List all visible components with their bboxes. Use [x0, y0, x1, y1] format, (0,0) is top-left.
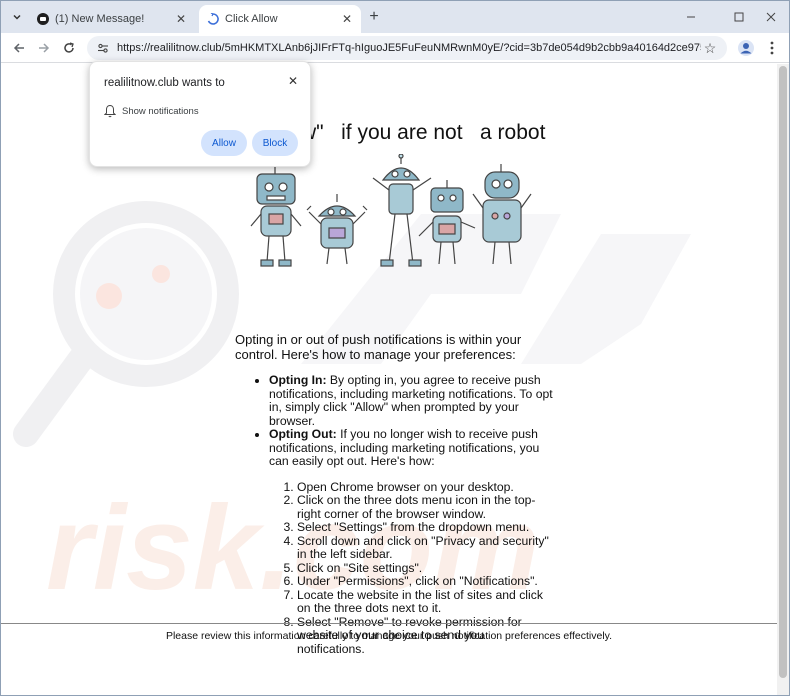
chevron-down-icon: [13, 14, 21, 20]
instructions: Opting in or out of push notifications i…: [235, 332, 555, 656]
reload-icon: [64, 42, 74, 53]
forward-button[interactable]: [34, 38, 54, 58]
page-scrollbar[interactable]: [777, 64, 789, 695]
list-item: Click on "Site settings".: [297, 561, 555, 576]
arrow-left-icon: [13, 43, 24, 53]
close-icon[interactable]: ✕: [339, 11, 355, 27]
footer-text: Please review this information carefully…: [165, 630, 613, 642]
list-item: Under "Permissions", click on "Notificat…: [297, 574, 555, 589]
bell-icon: [104, 104, 116, 118]
new-tab-button[interactable]: +: [365, 8, 383, 26]
permission-label: Show notifications: [122, 106, 199, 117]
loading-icon: [207, 13, 219, 25]
close-icon[interactable]: ✕: [173, 11, 189, 27]
maximize-button[interactable]: [727, 7, 751, 27]
address-bar[interactable]: https://realilitnow.club/5mHKMTXLAnb6jJI…: [87, 36, 727, 60]
reload-button[interactable]: [59, 38, 79, 58]
list-item: Open Chrome browser on your desktop.: [297, 480, 555, 495]
opt-in-item: Opting In: By opting in, you agree to re…: [269, 373, 555, 428]
back-button[interactable]: [9, 38, 29, 58]
intro-text: Opting in or out of push notifications i…: [235, 332, 522, 362]
profile-avatar-icon[interactable]: [737, 39, 755, 57]
browser-window: (1) New Message! ✕ Click Allow ✕ + https…: [0, 0, 790, 696]
three-dots-icon: [770, 41, 774, 55]
tab-click-allow[interactable]: Click Allow ✕: [199, 5, 361, 33]
minimize-button[interactable]: [679, 7, 703, 27]
tab-title: (1) New Message!: [55, 13, 145, 25]
allow-button[interactable]: Allow: [201, 130, 247, 156]
list-item: Click on the three dots menu icon in the…: [297, 493, 555, 521]
robots-illustration: [250, 154, 532, 267]
notification-permission-popup: realilitnow.club wants to ✕ Show notific…: [89, 61, 311, 167]
list-item: Scroll down and click on "Privacy and se…: [297, 534, 555, 562]
browser-menu-button[interactable]: [765, 39, 779, 57]
opt-list: Opting In: By opting in, you agree to re…: [235, 373, 555, 469]
list-item: Locate the website in the list of sites …: [297, 588, 555, 616]
page-headline: w" if you are not a robot: [301, 121, 546, 144]
tab-title: Click Allow: [225, 13, 278, 25]
opt-out-label: Opting Out:: [269, 427, 337, 441]
list-item: Select "Settings" from the dropdown menu…: [297, 520, 555, 535]
bookmark-star-icon[interactable]: ☆: [701, 39, 719, 57]
toolbar: https://realilitnow.club/5mHKMTXLAnb6jJI…: [1, 33, 789, 63]
opt-in-label: Opting In:: [269, 373, 327, 387]
maximize-icon: [734, 12, 744, 22]
close-window-button[interactable]: [759, 7, 783, 27]
url-text[interactable]: https://realilitnow.club/5mHKMTXLAnb6jJI…: [117, 42, 701, 54]
plus-icon: +: [369, 8, 379, 25]
minimize-icon: [687, 16, 695, 18]
popup-title: realilitnow.club wants to: [104, 77, 225, 89]
scrollbar-thumb[interactable]: [779, 66, 787, 678]
footer-divider: [1, 623, 777, 624]
arrow-right-icon: [39, 43, 50, 53]
close-icon[interactable]: ✕: [286, 74, 300, 88]
close-icon: [766, 12, 776, 22]
block-button[interactable]: Block: [252, 130, 298, 156]
message-icon: [37, 13, 49, 25]
tab-strip: (1) New Message! ✕ Click Allow ✕ +: [1, 1, 789, 33]
opt-out-item: Opting Out: If you no longer wish to rec…: [269, 427, 555, 469]
site-info-icon[interactable]: [95, 40, 111, 56]
tab-new-message[interactable]: (1) New Message! ✕: [29, 5, 195, 33]
tab-search-button[interactable]: [7, 7, 27, 27]
